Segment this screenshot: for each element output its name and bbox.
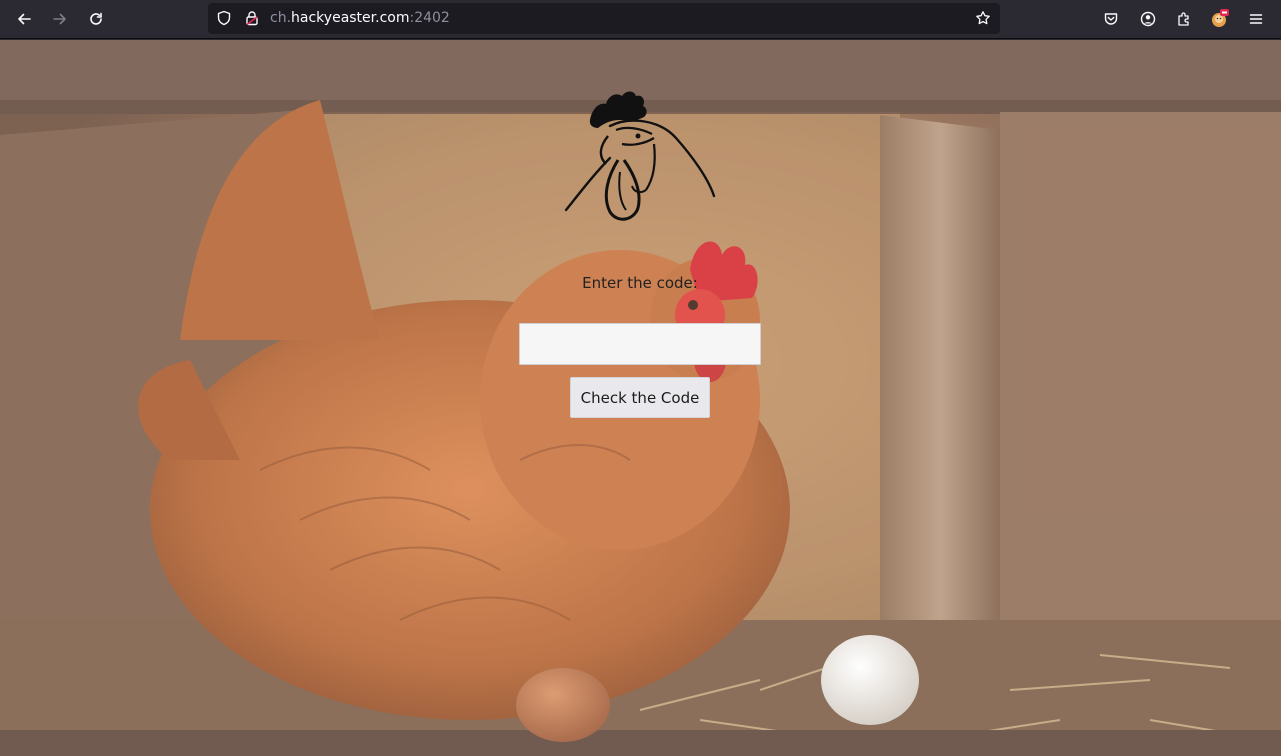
star-icon[interactable] [975, 10, 991, 26]
forward-button[interactable] [47, 6, 73, 32]
shield-icon[interactable] [216, 10, 232, 26]
extensions-button[interactable] [1171, 6, 1197, 32]
account-icon [1140, 11, 1156, 27]
profile-icon [1212, 9, 1229, 27]
url-port: :2402 [409, 10, 450, 26]
profile-button[interactable] [1207, 6, 1233, 32]
check-code-button[interactable]: Check the Code [570, 377, 710, 418]
pocket-icon [1104, 13, 1118, 25]
account-button[interactable] [1135, 6, 1161, 32]
puzzle-icon [1178, 12, 1189, 26]
back-button[interactable] [11, 6, 37, 32]
lock-icon[interactable] [244, 10, 260, 26]
code-prompt-label: Enter the code: [582, 274, 698, 292]
url-text[interactable]: ch.hackyeaster.com:2402 [270, 10, 450, 27]
forward-arrow-icon [53, 13, 66, 25]
menu-button[interactable] [1243, 6, 1269, 32]
code-input[interactable] [519, 323, 761, 365]
browser-toolbar: ch.hackyeaster.com:2402 [0, 0, 1281, 39]
url-prefix: ch. [270, 10, 292, 26]
rooster-logo [564, 91, 716, 221]
pocket-button[interactable] [1098, 6, 1124, 32]
address-bar[interactable]: ch.hackyeaster.com:2402 [208, 3, 1000, 34]
url-domain: hackyeaster.com [291, 10, 410, 26]
reload-icon [90, 12, 102, 25]
reload-button[interactable] [83, 6, 109, 32]
back-arrow-icon [18, 13, 31, 25]
page-content: Enter the code: Check the Code [0, 40, 1281, 756]
hamburger-menu-icon [1249, 14, 1263, 24]
